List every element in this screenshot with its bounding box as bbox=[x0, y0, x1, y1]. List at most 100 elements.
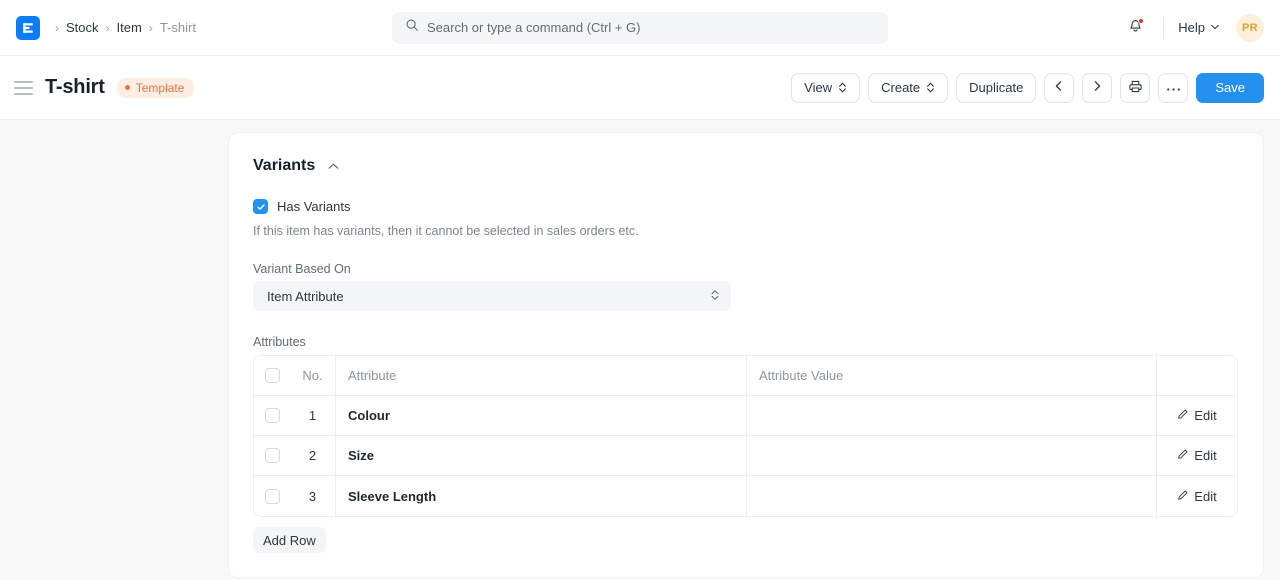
attributes-grid-header: No. Attribute Attribute Value bbox=[254, 356, 1237, 396]
hamburger-bar bbox=[14, 81, 33, 83]
row-edit-label: Edit bbox=[1194, 408, 1216, 423]
page-header: T-shirt Template View Create Dupl bbox=[0, 56, 1280, 120]
chevron-up-down-icon bbox=[926, 81, 935, 94]
section-title: Variants bbox=[253, 157, 315, 175]
chevron-left-icon bbox=[1053, 80, 1065, 95]
status-badge-label: Template bbox=[136, 82, 185, 94]
has-variants-checkbox[interactable] bbox=[253, 199, 268, 214]
row-attribute-value-cell[interactable] bbox=[747, 396, 1157, 435]
column-header-attribute-label: Attribute bbox=[348, 368, 396, 383]
row-select-cell bbox=[254, 476, 290, 516]
row-attribute-value-cell[interactable] bbox=[747, 476, 1157, 516]
hamburger-bar bbox=[14, 93, 33, 95]
column-header-no: No. bbox=[290, 356, 336, 395]
row-number: 2 bbox=[290, 436, 336, 475]
column-header-attribute-value-label: Attribute Value bbox=[759, 368, 843, 383]
row-attribute-cell[interactable]: Colour bbox=[336, 396, 747, 435]
pencil-icon bbox=[1177, 408, 1189, 423]
row-edit-label: Edit bbox=[1194, 489, 1216, 504]
notifications-button[interactable] bbox=[1119, 12, 1151, 44]
row-attribute-value: Size bbox=[348, 448, 374, 463]
more-options-button[interactable] bbox=[1158, 73, 1188, 103]
row-select-cell bbox=[254, 396, 290, 435]
notification-unread-dot bbox=[1138, 18, 1144, 24]
row-select-checkbox[interactable] bbox=[265, 448, 280, 463]
ellipsis-icon bbox=[1166, 80, 1181, 95]
top-navbar: › Stock › Item › T-shirt bbox=[0, 0, 1280, 56]
save-button[interactable]: Save bbox=[1196, 73, 1264, 103]
attributes-label: Attributes bbox=[253, 335, 1239, 349]
table-row[interactable]: 3 Sleeve Length Edit bbox=[254, 476, 1237, 516]
has-variants-description: If this item has variants, then it canno… bbox=[253, 224, 1239, 238]
duplicate-button[interactable]: Duplicate bbox=[956, 73, 1036, 103]
row-number: 3 bbox=[290, 476, 336, 516]
variant-based-on-select[interactable]: Item Attribute bbox=[253, 281, 731, 311]
row-attribute-value: Colour bbox=[348, 408, 390, 423]
create-button[interactable]: Create bbox=[868, 73, 948, 103]
chevron-up-icon[interactable] bbox=[327, 160, 340, 173]
has-variants-label[interactable]: Has Variants bbox=[277, 199, 350, 214]
select-all-checkbox[interactable] bbox=[265, 368, 280, 383]
variants-section-card: Variants Has Variants If this item has v… bbox=[228, 132, 1264, 578]
hamburger-bar bbox=[14, 87, 33, 89]
pencil-icon bbox=[1177, 448, 1189, 463]
section-header: Variants bbox=[253, 157, 1239, 175]
chevron-up-down-icon bbox=[838, 81, 847, 94]
select-all-cell bbox=[254, 356, 290, 395]
variant-based-on-label: Variant Based On bbox=[253, 262, 1239, 276]
row-select-cell bbox=[254, 436, 290, 475]
attributes-grid: No. Attribute Attribute Value 1 Colour bbox=[253, 355, 1238, 517]
column-header-no-label: No. bbox=[302, 368, 322, 383]
row-attribute-cell[interactable]: Sleeve Length bbox=[336, 476, 747, 516]
erpnext-logo-icon[interactable] bbox=[16, 16, 40, 40]
global-search-container bbox=[392, 12, 888, 44]
breadcrumb-item-item[interactable]: Item bbox=[117, 20, 142, 35]
avatar[interactable]: PR bbox=[1236, 14, 1264, 42]
next-document-button[interactable] bbox=[1082, 73, 1112, 103]
breadcrumb-separator: › bbox=[142, 22, 160, 34]
row-edit-button[interactable]: Edit bbox=[1157, 476, 1237, 516]
row-edit-button[interactable]: Edit bbox=[1157, 396, 1237, 435]
page-title: T-shirt bbox=[45, 76, 105, 99]
page-body: Variants Has Variants If this item has v… bbox=[0, 120, 1280, 580]
add-row-button[interactable]: Add Row bbox=[253, 527, 326, 553]
row-number: 1 bbox=[290, 396, 336, 435]
printer-icon bbox=[1128, 79, 1143, 97]
column-header-attribute: Attribute bbox=[336, 356, 747, 395]
help-label: Help bbox=[1178, 20, 1205, 35]
column-header-action bbox=[1157, 356, 1237, 395]
row-select-checkbox[interactable] bbox=[265, 408, 280, 423]
navbar-right-actions: Help PR bbox=[1119, 12, 1264, 44]
row-attribute-cell[interactable]: Size bbox=[336, 436, 747, 475]
variant-based-on-value: Item Attribute bbox=[267, 289, 710, 304]
status-badge: Template bbox=[117, 78, 195, 98]
row-attribute-value-cell[interactable] bbox=[747, 436, 1157, 475]
row-edit-button[interactable]: Edit bbox=[1157, 436, 1237, 475]
breadcrumb: › Stock › Item › T-shirt bbox=[48, 20, 196, 35]
search-box[interactable] bbox=[392, 12, 888, 44]
breadcrumb-separator: › bbox=[48, 22, 66, 34]
breadcrumb-item-stock[interactable]: Stock bbox=[66, 20, 99, 35]
status-dot-icon bbox=[125, 85, 130, 90]
pencil-icon bbox=[1177, 489, 1189, 504]
navbar-divider bbox=[1163, 18, 1164, 38]
help-menu-button[interactable]: Help bbox=[1176, 16, 1222, 39]
search-input[interactable] bbox=[427, 20, 875, 35]
search-icon bbox=[405, 18, 419, 37]
previous-document-button[interactable] bbox=[1044, 73, 1074, 103]
table-row[interactable]: 2 Size Edit bbox=[254, 436, 1237, 476]
select-chevrons-icon bbox=[710, 288, 720, 305]
breadcrumb-item-current: T-shirt bbox=[160, 20, 196, 35]
print-button[interactable] bbox=[1120, 73, 1150, 103]
view-button[interactable]: View bbox=[791, 73, 860, 103]
row-select-checkbox[interactable] bbox=[265, 489, 280, 504]
chevron-right-icon bbox=[1091, 80, 1103, 95]
chevron-down-icon bbox=[1210, 20, 1220, 35]
hamburger-icon[interactable] bbox=[14, 78, 34, 98]
create-button-label: Create bbox=[881, 80, 920, 95]
breadcrumb-separator: › bbox=[99, 22, 117, 34]
table-row[interactable]: 1 Colour Edit bbox=[254, 396, 1237, 436]
view-button-label: View bbox=[804, 80, 832, 95]
row-edit-label: Edit bbox=[1194, 448, 1216, 463]
column-header-attribute-value: Attribute Value bbox=[747, 356, 1157, 395]
